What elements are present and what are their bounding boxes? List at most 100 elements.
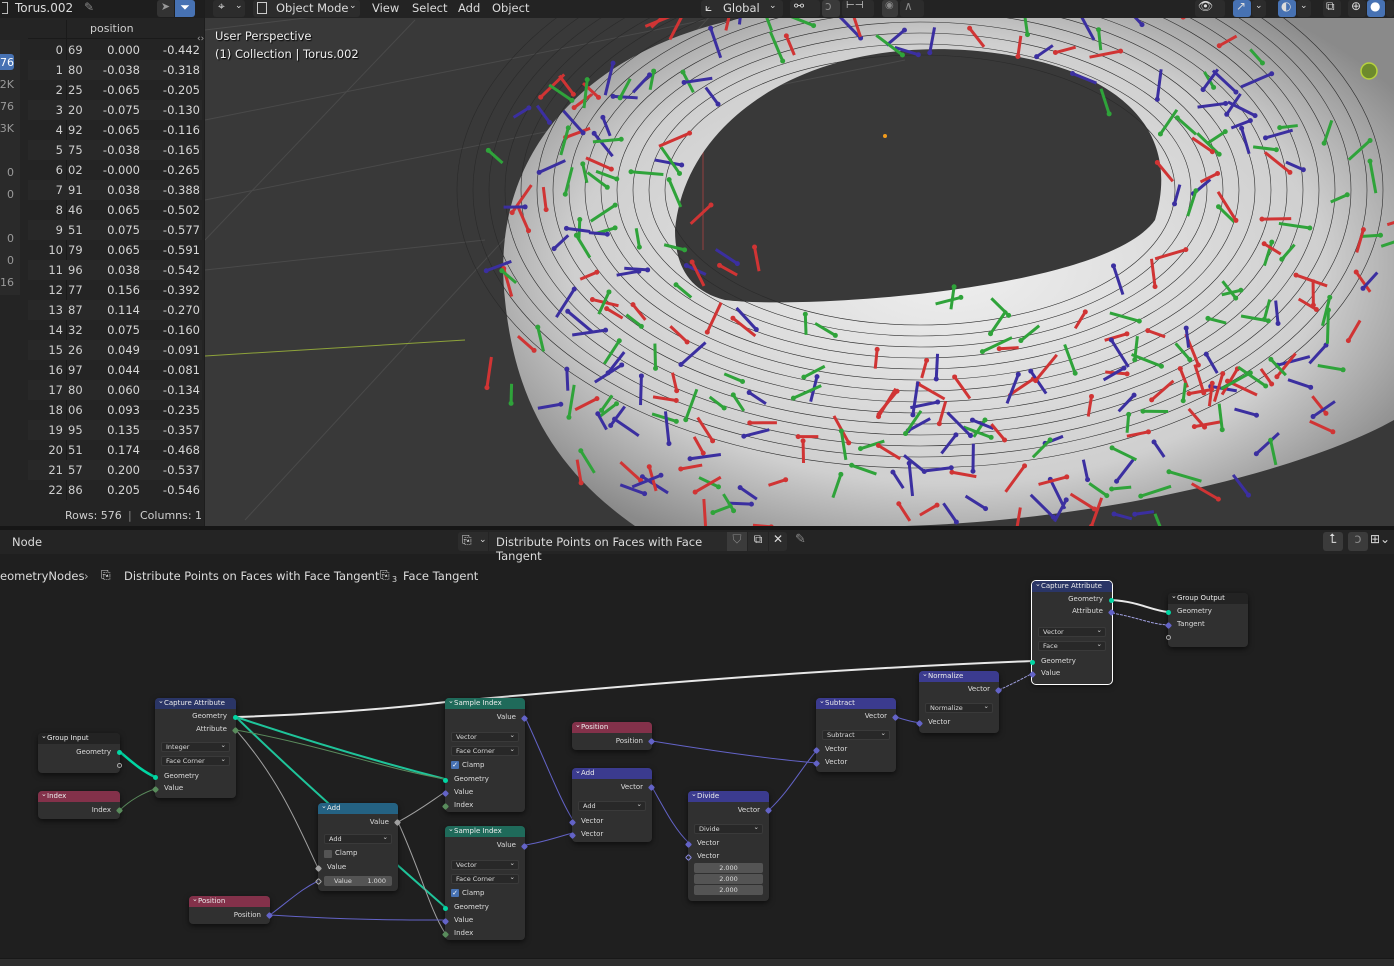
- operation-dropdown[interactable]: Divide: [694, 823, 763, 834]
- falloff-dropdown[interactable]: ∧: [900, 0, 924, 17]
- operation-dropdown[interactable]: Subtract: [822, 729, 890, 740]
- domain-count[interactable]: 2K: [0, 78, 14, 91]
- domain-dropdown[interactable]: Face Corner: [451, 745, 519, 756]
- xray-toggle[interactable]: ⧉: [1323, 0, 1341, 17]
- node-editor[interactable]: Group Input Geometry Index Index Capture…: [0, 530, 1394, 966]
- node-capture-attribute-selected[interactable]: Capture Attribute Geometry Attribute Vec…: [1028, 579, 1116, 685]
- clamp-checkbox[interactable]: [324, 850, 332, 858]
- node-position[interactable]: Position Position: [189, 894, 274, 924]
- node-math-add[interactable]: Add Value Add Clamp Value Value 1.000: [314, 801, 402, 891]
- socket-geometry-in[interactable]: [443, 778, 448, 783]
- vector-y-field[interactable]: 2.000: [694, 874, 763, 884]
- socket-geometry-in[interactable]: [443, 906, 448, 911]
- domain-count[interactable]: 76: [0, 100, 14, 113]
- socket-geometry-in[interactable]: [153, 775, 158, 780]
- breadcrumb-item[interactable]: Distribute Points on Faces with Face Tan…: [124, 569, 379, 583]
- socket-geometry-in[interactable]: [1030, 660, 1035, 665]
- node-capture-attribute[interactable]: Capture Attribute Geometry Attribute Int…: [151, 696, 240, 798]
- mode-dropdown[interactable]: Object Mode ⌄: [253, 0, 360, 17]
- menu-node[interactable]: Node: [12, 535, 42, 549]
- pin-icon[interactable]: ✎: [795, 532, 806, 547]
- node-sample-index[interactable]: Sample Index Value Vector Face Corner ✓ …: [441, 696, 529, 812]
- domain-count[interactable]: 0: [7, 254, 14, 267]
- menu-add[interactable]: Add: [458, 1, 480, 15]
- domain-dropdown[interactable]: Face Corner: [161, 755, 230, 766]
- wireframe-shading[interactable]: ⊕: [1348, 0, 1366, 17]
- material-shading[interactable]: [1386, 0, 1394, 17]
- proportional-edit-toggle[interactable]: ◉: [882, 0, 898, 17]
- operation-dropdown[interactable]: Add: [324, 833, 392, 844]
- node-tree-name-field[interactable]: Distribute Points on Faces with Face Tan…: [489, 532, 727, 563]
- operation-dropdown[interactable]: Normalize: [925, 702, 993, 713]
- overlays-toggle[interactable]: ◐: [1278, 0, 1296, 17]
- node-group-output[interactable]: Group Output Geometry Tangent: [1164, 591, 1248, 647]
- domain-dropdown[interactable]: Face: [1038, 640, 1106, 651]
- socket-empty[interactable]: [1166, 635, 1171, 640]
- fake-user-shield-icon[interactable]: ⛉: [727, 532, 747, 551]
- column-header-position[interactable]: position: [90, 22, 134, 35]
- domain-count[interactable]: 0: [7, 232, 14, 245]
- domain-count[interactable]: 0: [7, 166, 14, 179]
- node-tree-browse-button[interactable]: ⎘ ⌄: [458, 532, 488, 551]
- socket-geometry-out[interactable]: [117, 750, 122, 755]
- visibility-dropdown[interactable]: 👁: [1195, 0, 1225, 17]
- node-index[interactable]: Index Index: [38, 789, 124, 819]
- snap-icon[interactable]: ↄ: [1348, 532, 1368, 551]
- socket-geometry-out[interactable]: [233, 715, 238, 720]
- editor-type-button[interactable]: ⌖ ⌄: [213, 0, 245, 17]
- domain-count[interactable]: 16: [0, 276, 14, 289]
- clamp-checkbox[interactable]: ✓: [451, 761, 459, 769]
- snap-toggle[interactable]: ↄ: [822, 0, 840, 17]
- data-type-dropdown[interactable]: Integer: [161, 741, 230, 752]
- arrow-head: [896, 501, 902, 507]
- domain-count[interactable]: 76: [0, 56, 14, 69]
- data-type-dropdown[interactable]: Vector: [1038, 626, 1106, 637]
- navigation-gizmo[interactable]: [1360, 62, 1378, 80]
- duplicate-icon[interactable]: ⧉: [748, 532, 768, 551]
- expand-arrows-icon[interactable]: ‹›: [197, 34, 204, 44]
- unlink-x-icon[interactable]: ✕: [769, 532, 787, 551]
- pivot-dropdown[interactable]: ⚯: [790, 0, 820, 17]
- node-vector-add[interactable]: Add Vector Add Vector Vector: [568, 766, 656, 842]
- data-type-dropdown[interactable]: Vector: [451, 859, 519, 870]
- operation-dropdown[interactable]: Add: [578, 800, 646, 811]
- snap-target-icon[interactable]: ⊞⌄: [1370, 532, 1394, 551]
- vector-z-field[interactable]: 2.000: [694, 885, 763, 895]
- value-field[interactable]: Value 1.000: [324, 876, 392, 886]
- node-vector-divide[interactable]: Divide Vector Divide Vector Vector 2.000…: [684, 789, 773, 901]
- solid-shading[interactable]: ●: [1367, 0, 1385, 17]
- node-sample-index[interactable]: Sample Index Value Vector Face Corner ✓ …: [441, 824, 529, 940]
- filter-icon[interactable]: ⏷: [175, 0, 195, 17]
- breadcrumb-item[interactable]: eometryNodes: [0, 569, 84, 583]
- socket-geometry-in[interactable]: [1166, 610, 1171, 615]
- node-vector-subtract[interactable]: Subtract Vector Subtract Vector Vector: [812, 696, 900, 772]
- node-vector-normalize[interactable]: Normalize Vector Normalize Vector: [915, 669, 1003, 733]
- data-type-dropdown[interactable]: Vector: [451, 731, 519, 742]
- 3d-viewport[interactable]: User Perspective (1) Collection | Torus.…: [205, 0, 1394, 526]
- domain-count[interactable]: 0: [7, 188, 14, 201]
- overlays-dropdown[interactable]: ⌄: [1297, 0, 1311, 17]
- vector-arrow: [565, 369, 570, 391]
- snap-target-dropdown[interactable]: ⊢⊣: [842, 0, 874, 17]
- breadcrumb-item[interactable]: Face Tangent: [403, 569, 478, 583]
- menu-select[interactable]: Select: [412, 1, 447, 15]
- vector-x-field[interactable]: 2.000: [694, 863, 763, 873]
- domain-dropdown[interactable]: Face Corner: [451, 873, 519, 884]
- arrow-head: [982, 417, 988, 423]
- orientation-dropdown[interactable]: ⟀ Global ⌄: [701, 0, 783, 17]
- arrow-head: [1219, 427, 1225, 433]
- menu-object[interactable]: Object: [492, 1, 529, 15]
- clamp-checkbox[interactable]: ✓: [451, 889, 459, 897]
- pin-icon[interactable]: ✎: [84, 0, 94, 14]
- selected-only-icon[interactable]: ➤: [157, 0, 174, 17]
- gizmo-toggle[interactable]: ↗: [1233, 0, 1251, 17]
- parent-node-tree-icon[interactable]: ⮤: [1323, 532, 1343, 551]
- menu-view[interactable]: View: [372, 1, 399, 15]
- footer-separator: |: [128, 509, 132, 522]
- socket-geometry-out[interactable]: [1109, 598, 1114, 603]
- socket-empty[interactable]: [117, 763, 122, 768]
- node-position[interactable]: Position Position: [572, 720, 656, 750]
- gizmo-dropdown[interactable]: ⌄: [1252, 0, 1266, 17]
- domain-count[interactable]: 3K: [0, 122, 14, 135]
- node-group-input[interactable]: Group Input Geometry: [38, 731, 122, 773]
